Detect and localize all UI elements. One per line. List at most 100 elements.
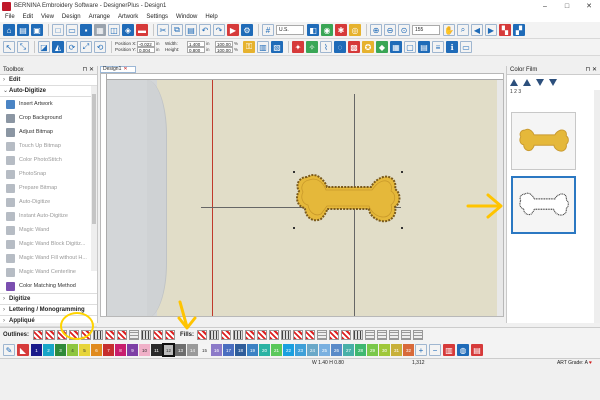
fill-motif-icon[interactable] [245,330,256,340]
color-swatch-29[interactable]: 29 [367,344,378,356]
measure-icon[interactable]: ⌕ [457,24,469,36]
maximize-button[interactable]: □ [556,0,578,12]
color-swatch-17[interactable]: 17 [223,344,234,356]
color-swatch-21[interactable]: 21 [271,344,282,356]
tool-crop-background[interactable]: Crop Background [0,111,97,125]
outline-zigzag-icon[interactable] [105,330,116,340]
outline-pattern-icon[interactable] [93,330,104,340]
tool-insert-artwork[interactable]: Insert Artwork [0,97,97,111]
show-icon[interactable]: ◉ [321,24,333,36]
color-film-pin-close[interactable]: ⊓ ✕ [586,66,597,75]
outline-sculpture-icon[interactable] [165,330,176,340]
color-swatch-12[interactable]: 12 [162,343,175,357]
menu-view[interactable]: View [41,14,54,20]
selection-handle[interactable] [401,171,403,173]
color-swatch-8[interactable]: 8 [115,344,126,356]
color-swatch-27[interactable]: 27 [343,344,354,356]
fill-offset-icon[interactable] [353,330,364,340]
fill-satin-icon[interactable] [221,330,232,340]
color-wheel-icon[interactable]: ◍ [457,344,469,356]
color-film-scrollbar[interactable] [594,90,600,323]
selection-handle[interactable] [293,227,295,229]
zoom-in-icon[interactable]: ⊕ [370,24,382,36]
toolbox-pin-close[interactable]: ⊓ ✕ [83,66,94,75]
fill-crosshatch-icon[interactable] [341,330,352,340]
fill-flower-icon[interactable] [413,330,424,340]
fill-spiral-icon[interactable] [401,330,412,340]
color-swatch-13[interactable]: 13 [175,344,186,356]
color-swatch-6[interactable]: 6 [91,344,102,356]
tool-touch-up-bitmap[interactable]: Touch Up Bitmap [0,139,97,153]
transform-icon[interactable]: ⟲ [94,41,106,53]
outline-backstitch-icon[interactable] [129,330,140,340]
fill-stipple-icon[interactable] [293,330,304,340]
stitch-player-icon[interactable]: ▶ [227,24,239,36]
fill-color-icon[interactable]: ◣ [17,344,29,356]
bitmap-icon[interactable]: ◎ [349,24,361,36]
color-swatch-19[interactable]: 19 [247,344,258,356]
next-icon[interactable]: ▶ [485,24,497,36]
scale-height-input[interactable]: 100.00 [215,47,233,53]
color-swatch-5[interactable]: 5 [79,344,90,356]
tool-prepare-bitmap[interactable]: Prepare Bitmap [0,181,97,195]
zoom-box-icon[interactable]: ⊙ [398,24,410,36]
object-properties-icon[interactable]: ≡ [432,41,444,53]
fill-contour-icon[interactable] [389,330,400,340]
close-tab-icon[interactable]: ✕ [123,66,127,72]
color-swatch-24[interactable]: 24 [307,344,318,356]
color-swatch-14[interactable]: 14 [187,344,198,356]
print-icon[interactable]: ▦ [94,24,106,36]
color-swatch-3[interactable]: 3 [55,344,66,356]
grid-icon[interactable]: # [262,24,274,36]
tool-color-photostitch[interactable]: Color PhotoStitch [0,153,97,167]
select-icon[interactable]: ↖ [3,41,15,53]
color-swatch-15[interactable]: 15 [199,344,210,356]
cut-icon[interactable]: ✂ [157,24,169,36]
fill-tatami-icon[interactable] [197,330,208,340]
position-y-input[interactable]: 0.004 [137,47,155,53]
hoop-icon[interactable]: ▣ [31,24,43,36]
thread-chart-icon[interactable]: ▥ [443,344,455,356]
group-icon[interactable]: ◪ [38,41,50,53]
fill-weave-icon[interactable] [365,330,376,340]
show-objects-icon[interactable]: ◌ [334,41,346,53]
color-swatch-9[interactable]: 9 [127,344,138,356]
scrollbar-thumb[interactable] [92,94,96,224]
stitch-angle-icon[interactable]: ✧ [306,41,318,53]
tool-instant-auto-digitize[interactable]: Instant Auto-Digitize [0,209,97,223]
show-stitches-icon[interactable]: ⌇ [320,41,332,53]
color-icon[interactable]: ▚ [499,24,511,36]
color-block-1[interactable] [511,112,576,170]
height-input[interactable]: 0.800 [187,47,205,53]
section-auto-digitize[interactable]: ⌄Auto-Digitize [0,86,97,97]
color-swatch-18[interactable]: 18 [235,344,246,356]
palette-icon[interactable]: ▞ [513,24,525,36]
overview-window-icon[interactable]: ▢ [404,41,416,53]
reshape-icon[interactable]: ⤡ [17,41,29,53]
section-digitize[interactable]: › Digitize [0,294,97,305]
show-artwork-icon[interactable]: ✪ [362,41,374,53]
color-swatch-10[interactable]: 10 [139,344,150,356]
write-to-card-icon[interactable]: ▬ [136,24,148,36]
tool-photosnap[interactable]: PhotoSnap [0,167,97,181]
color-swatch-20[interactable]: 20 [259,344,270,356]
tool-magic-wand[interactable]: Magic Wand [0,223,97,237]
docker-icon[interactable]: ▭ [460,41,472,53]
color-swatch-31[interactable]: 31 [391,344,402,356]
copy-icon[interactable]: ⧉ [171,24,183,36]
undo-icon[interactable]: ↶ [199,24,211,36]
show-fabric-icon[interactable]: ▩ [348,41,360,53]
open-file-icon[interactable]: ▭ [66,24,78,36]
color-swatch-23[interactable]: 23 [295,344,306,356]
section-edit[interactable]: › Edit [0,75,97,86]
color-swatch-11[interactable]: 11 [151,344,162,356]
color-swatch-2[interactable]: 2 [43,344,54,356]
lock-proportions-icon[interactable]: ⚿ [243,41,255,53]
tool-adjust-bitmap[interactable]: Adjust Bitmap [0,125,97,139]
zoom-select[interactable]: 155 [412,25,440,35]
bone-embroidery[interactable] [293,171,403,229]
menu-help[interactable]: Help [205,14,217,20]
close-button[interactable]: ✕ [578,0,600,12]
move-up-icon[interactable] [523,78,531,86]
outline-raised-icon[interactable] [153,330,164,340]
